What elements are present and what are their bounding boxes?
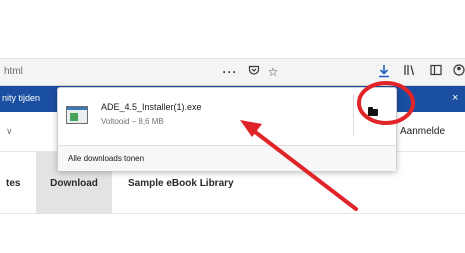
open-folder-icon[interactable] <box>368 107 378 116</box>
show-all-downloads-label: Alle downloads tonen <box>68 154 145 163</box>
account-icon[interactable] <box>451 64 465 80</box>
more-actions-icon[interactable]: ··· <box>222 64 238 80</box>
show-all-downloads-button[interactable]: Alle downloads tonen <box>58 145 396 171</box>
banner-close-icon[interactable]: × <box>452 92 458 104</box>
url-text[interactable]: html <box>4 66 23 77</box>
download-entry[interactable]: ADE_4.5_Installer(1).exe Voltooid – 8,6 … <box>58 88 396 142</box>
download-arrow-icon[interactable] <box>376 64 392 82</box>
downloads-panel: ADE_4.5_Installer(1).exe Voltooid – 8,6 … <box>57 87 397 171</box>
pocket-icon[interactable] <box>246 64 262 80</box>
sidebar-icon[interactable] <box>428 64 444 80</box>
entry-divider <box>353 94 354 136</box>
download-filename: ADE_4.5_Installer(1).exe <box>101 102 202 112</box>
chevron-down-icon[interactable]: ∨ <box>6 126 13 137</box>
library-icon[interactable] <box>401 64 417 80</box>
browser-toolbar: html ··· ☆ <box>0 58 465 86</box>
executable-file-icon <box>66 106 88 124</box>
page-top-area <box>0 0 465 58</box>
bookmark-star-icon[interactable]: ☆ <box>265 64 281 80</box>
nav-item-partial[interactable]: tes <box>6 152 20 214</box>
download-status: Voltooid – 8,6 MB <box>101 117 164 126</box>
login-link[interactable]: Aanmelde <box>400 126 445 137</box>
banner-text: nity tijden <box>2 93 41 103</box>
